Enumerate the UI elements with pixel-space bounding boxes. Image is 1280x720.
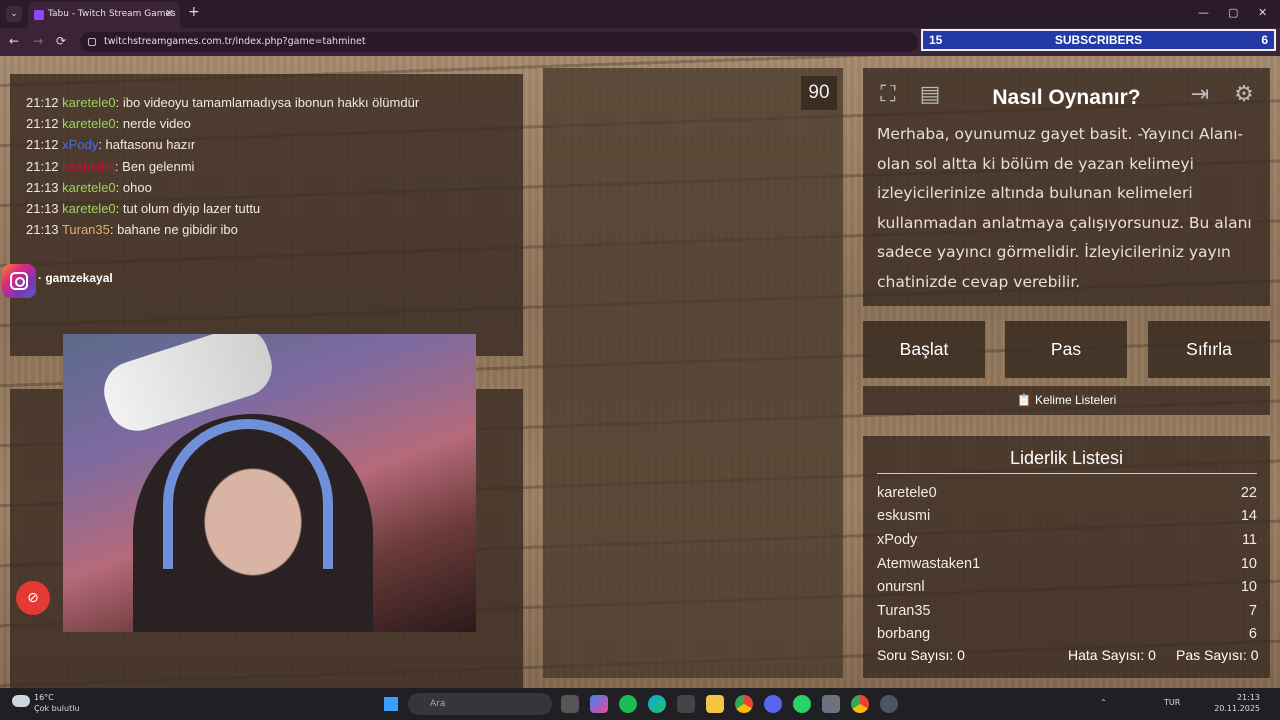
chrome-icon[interactable]: [735, 695, 753, 713]
pass-button[interactable]: Pas: [1005, 321, 1127, 378]
copilot-icon[interactable]: [590, 695, 608, 713]
spotify-icon[interactable]: [619, 695, 637, 713]
chat-line: 21:13 Turan35: bahane ne gibidir ibo: [26, 222, 238, 237]
leaderboard-title: Liderlik Listesi: [1009, 448, 1124, 468]
chat-panel: 21:12 karetele0: ibo videoyu tamamlamadı…: [10, 74, 523, 356]
gear-icon[interactable]: ⚙: [1229, 80, 1259, 110]
leaderboard-row: Atemwastaken1 10: [877, 556, 1257, 572]
file-explorer-icon[interactable]: [706, 695, 724, 713]
url-field[interactable]: twitchstreamgames.com.tr/index.php?game=…: [80, 32, 918, 52]
minimize-button[interactable]: —: [1198, 6, 1209, 19]
close-window-button[interactable]: ✕: [1258, 6, 1267, 19]
tray-chevron-icon[interactable]: ⌃: [1100, 698, 1107, 707]
subscribers-left-count: 15: [929, 33, 943, 47]
subscribers-right-count: 6: [1261, 33, 1268, 47]
site-info-icon[interactable]: [88, 38, 96, 46]
record-icon[interactable]: ⊘: [16, 581, 50, 615]
word-lists-button[interactable]: 📋 Kelime Listeleri: [863, 386, 1270, 415]
weather-widget[interactable]: 16°C Çok bulutlu: [12, 692, 80, 714]
twitch-favicon-icon: [34, 10, 44, 20]
tab-close-icon[interactable]: ✕: [165, 2, 174, 26]
url-text: twitchstreamgames.com.tr/index.php?game=…: [104, 36, 366, 47]
start-button[interactable]: Başlat: [863, 321, 985, 378]
how-to-play-panel: ⛶ ▤ Nasıl Oynanır? ⇥ ⚙ Merhaba, oyunumuz…: [863, 68, 1270, 306]
app-icon[interactable]: [822, 695, 840, 713]
webcam-feed: [63, 334, 476, 632]
leaderboard-row: karetele0 22: [877, 485, 1257, 501]
chat-line: 21:12 karetele0: nerde video: [26, 116, 191, 131]
edge-icon[interactable]: [648, 695, 666, 713]
back-button[interactable]: ←: [9, 34, 19, 48]
whatsapp-icon[interactable]: [793, 695, 811, 713]
tab-search-button[interactable]: ⌄: [6, 6, 22, 22]
language-indicator[interactable]: TUR: [1164, 698, 1180, 707]
leaderboard-row: eskusmi 14: [877, 508, 1257, 524]
instagram-icon: [2, 264, 36, 298]
taskbar: 16°C Çok bulutlu Ara ⌃ TUR 21:13 20.11.2…: [0, 688, 1280, 720]
countdown-timer: 90: [801, 76, 837, 110]
error-count: Hata Sayısı: 0: [1068, 647, 1156, 663]
logout-icon[interactable]: ⇥: [1185, 80, 1215, 110]
leaderboard-panel: Liderlik Listesi karetele0 22 eskusmi 14 x…: [863, 436, 1270, 678]
taskbar-clock[interactable]: 21:13 20.11.2025: [1214, 692, 1260, 714]
maximize-button[interactable]: ▢: [1228, 6, 1238, 19]
instagram-handle: · gamzekayal: [38, 271, 113, 285]
game-stats: Soru Sayısı: 0 Hata Sayısı: 0 Pas Sayısı…: [863, 643, 1270, 668]
leaderboard-row: onursnl 10: [877, 579, 1257, 595]
task-view-icon[interactable]: [561, 695, 579, 713]
taskbar-search[interactable]: Ara: [408, 693, 552, 715]
chat-line: 21:13 karetele0: ohoo: [26, 180, 152, 195]
chat-line: 21:13 karetele0: tut olum diyip lazer tu…: [26, 201, 261, 216]
windows-start-icon[interactable]: [384, 697, 398, 711]
center-panel: [543, 68, 843, 678]
browser-tab[interactable]: Tabu - Twitch Stream Games ✕: [28, 2, 180, 28]
chat-line: 21:12 xPody: haftasonu hazır: [26, 137, 196, 152]
discord-icon[interactable]: [764, 695, 782, 713]
subscribers-label: SUBSCRIBERS: [1054, 33, 1143, 47]
obs-icon[interactable]: [880, 695, 898, 713]
chrome-active-icon[interactable]: [851, 695, 869, 713]
reset-button[interactable]: Sıfırla: [1148, 321, 1270, 378]
reload-button[interactable]: ⟳: [56, 34, 66, 48]
how-to-play-text: Merhaba, oyunumuz gayet basit. -Yayıncı …: [877, 125, 1252, 291]
cloud-icon: [12, 695, 30, 707]
chat-line: 21:12 karetele0: ibo videoyu tamamlamadı…: [26, 95, 420, 110]
leaderboard-row: borbang 6: [877, 626, 1257, 642]
leaderboard-row: Turan35 7: [877, 603, 1257, 619]
pass-count: Pas Sayısı: 0: [1176, 647, 1259, 663]
chat-line: 21:12 kaankdm: Ben gelenmi: [26, 159, 195, 174]
subscribers-bar: SUBSCRIBERS 15 6: [921, 29, 1276, 51]
leaderboard-row: xPody 11: [877, 532, 1257, 548]
store-icon[interactable]: [677, 695, 695, 713]
browser-tab-bar: ⌄ Tabu - Twitch Stream Games ✕ + — ▢ ✕: [0, 0, 1280, 28]
question-count: Soru Sayısı: 0: [877, 647, 965, 663]
tab-title: Tabu - Twitch Stream Games: [48, 9, 176, 19]
forward-button[interactable]: →: [33, 34, 43, 48]
new-tab-button[interactable]: +: [188, 4, 200, 20]
leaderboard-divider: [877, 473, 1257, 474]
